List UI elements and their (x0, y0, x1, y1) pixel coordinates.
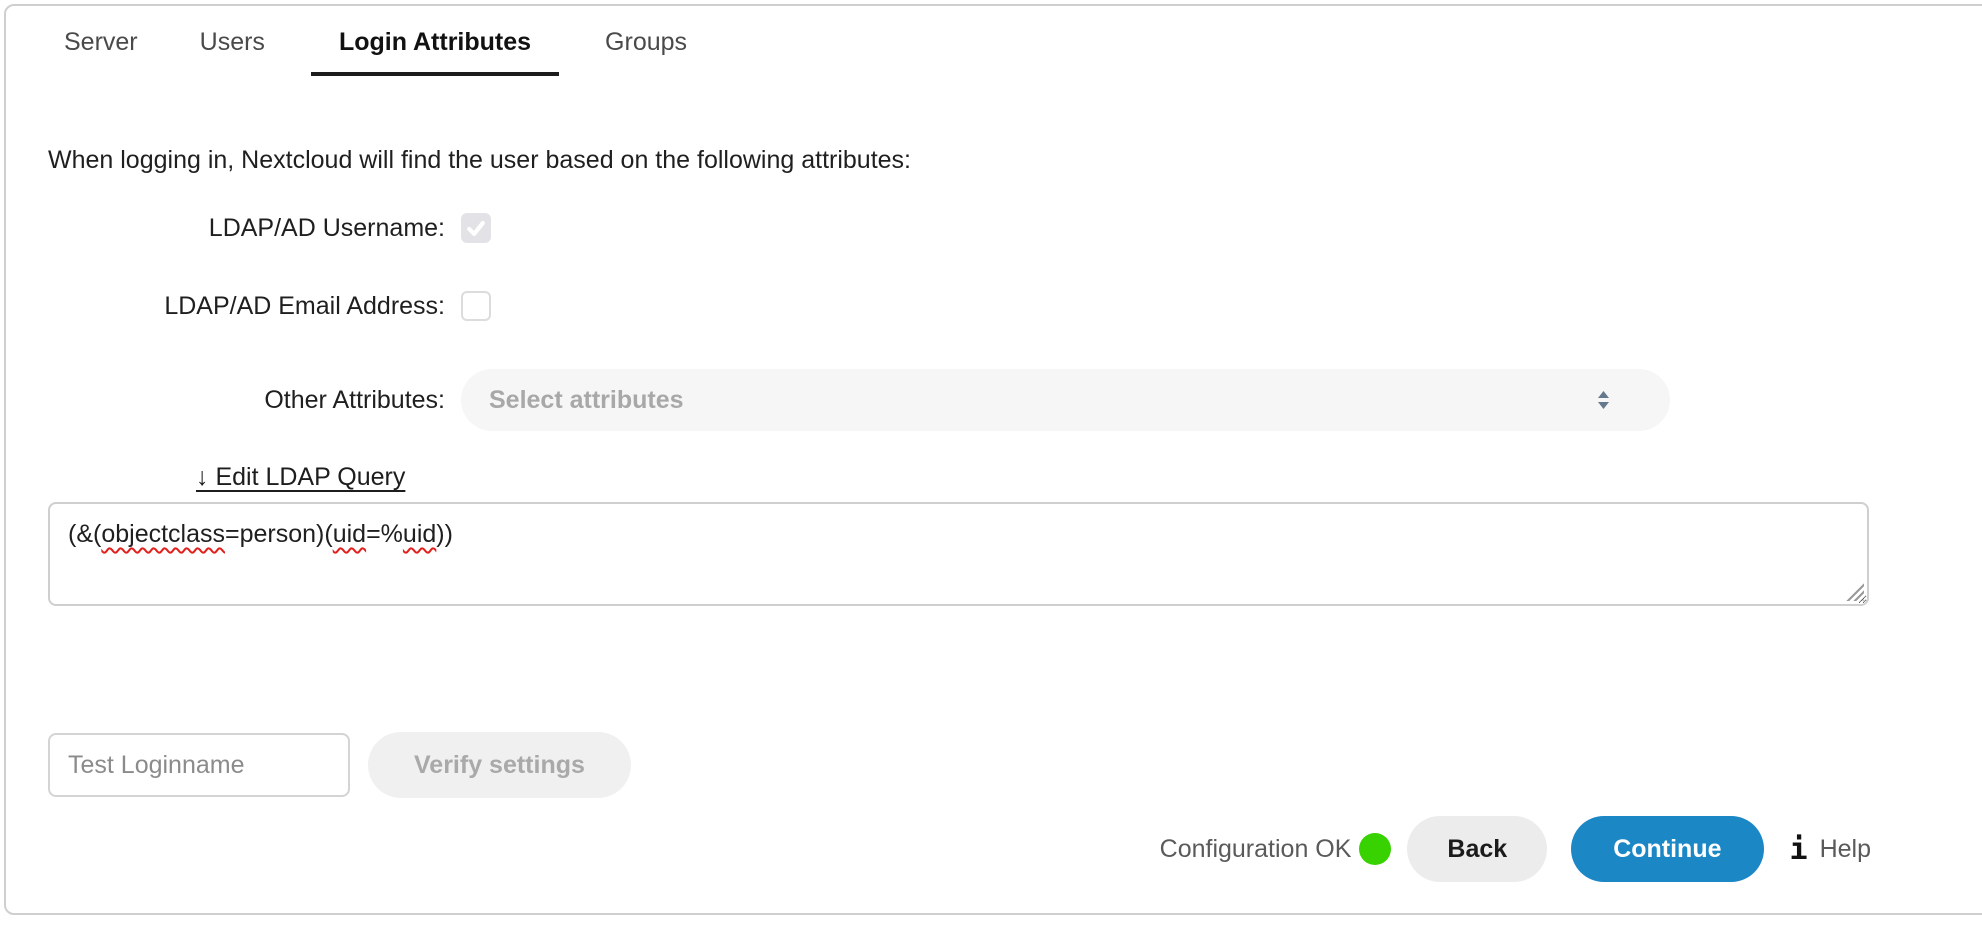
query-text-segment: uid (403, 520, 436, 548)
other-attributes-row: Other Attributes: Select attributes (48, 369, 1871, 431)
attributes-multiselect[interactable]: Select attributes (461, 369, 1670, 431)
query-text-segment: (&( (68, 520, 101, 548)
ldap-wizard-card: Server Users Login Attributes Groups When l… (4, 4, 1982, 915)
other-attributes-label: Other Attributes: (48, 386, 445, 415)
configuration-status-text: Configuration OK (1160, 835, 1352, 864)
continue-button[interactable]: Continue (1571, 816, 1763, 882)
username-label: LDAP/AD Username: (48, 214, 445, 243)
email-attribute-row: LDAP/AD Email Address: (48, 291, 1871, 321)
edit-ldap-query-toggle[interactable]: ↓ Edit LDAP Query (196, 463, 405, 492)
wizard-footer: Configuration OK Back Continue i Help (48, 816, 1871, 882)
test-loginname-input[interactable] (48, 733, 350, 797)
query-text-segment: =person)( (225, 520, 333, 548)
updown-arrows-icon (1595, 389, 1612, 411)
status-ok-indicator (1359, 833, 1391, 865)
help-label: Help (1820, 835, 1871, 864)
query-text-segment: )) (436, 520, 453, 548)
email-label: LDAP/AD Email Address: (48, 292, 445, 321)
checkmark-icon (465, 217, 487, 239)
info-icon: i (1790, 832, 1808, 867)
username-checkbox[interactable] (461, 213, 491, 243)
multiselect-placeholder: Select attributes (489, 386, 684, 415)
back-button[interactable]: Back (1407, 816, 1547, 882)
tab[interactable]: Groups (589, 28, 703, 76)
query-text-segment: =% (366, 520, 403, 548)
tab-bar: Server Users Login Attributes Groups (48, 6, 1871, 76)
help-link[interactable]: i Help (1790, 832, 1871, 867)
tab[interactable]: Server (48, 28, 154, 76)
test-login-row: Verify settings (48, 732, 1871, 798)
email-checkbox[interactable] (461, 291, 491, 321)
query-text-segment: uid (333, 520, 366, 548)
ldap-query-textarea[interactable]: (&(objectclass=person)(uid=%uid)) (48, 502, 1869, 606)
query-text-segment: objectclass (101, 520, 225, 548)
tab[interactable]: Users (184, 28, 281, 76)
username-attribute-row: LDAP/AD Username: (48, 213, 1871, 243)
tab[interactable]: Login Attributes (311, 28, 559, 76)
verify-settings-button[interactable]: Verify settings (368, 732, 631, 798)
intro-text: When logging in, Nextcloud will find the… (48, 146, 1871, 175)
